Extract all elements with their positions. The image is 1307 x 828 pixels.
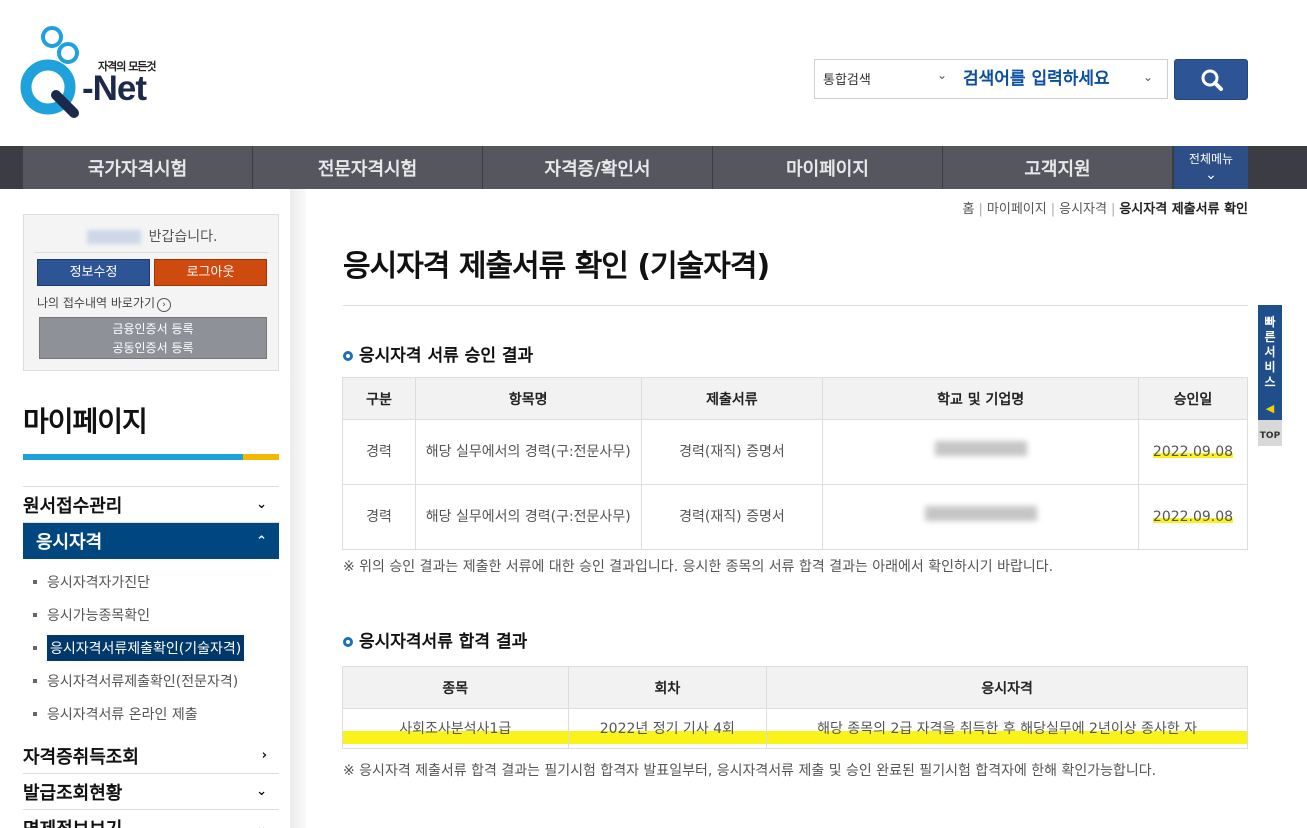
- submenu-self-diagnosis[interactable]: 응시자격자가진단: [33, 565, 279, 598]
- breadcrumb-home[interactable]: 홈: [963, 202, 975, 217]
- company-name-blurred: [924, 506, 1037, 521]
- sidebar-divider: [290, 189, 306, 828]
- main-nav: 국가자격시험 전문자격시험 자격증/확인서 마이페이지 고객지원 전체메뉴 ⌄: [0, 146, 1307, 189]
- approval-note: ※ 위의 승인 결과는 제출한 서류에 대한 승인 결과입니다. 응시한 종목의…: [343, 559, 1054, 575]
- section-approval-heading: 응시자격 서류 승인 결과: [343, 341, 533, 366]
- my-application-link[interactable]: 나의 접수내역 바로가기 ›: [37, 294, 172, 312]
- col-header: 구분: [342, 377, 416, 420]
- chevron-down-icon: ⌄: [1142, 70, 1153, 84]
- pass-result-note: ※ 응시자격 제출서류 합격 결과는 필기시험 합격자 발표일부터, 응시자격서…: [343, 763, 1157, 779]
- search-icon: [1201, 69, 1223, 91]
- chevron-down-icon: ⌄: [1205, 167, 1217, 183]
- section-pass-heading: 응시자격서류 합격 결과: [343, 627, 527, 652]
- user-name-blurred: [86, 230, 141, 244]
- nav-certificate[interactable]: 자격증/확인서: [483, 146, 713, 189]
- chevron-down-icon: ⌄: [256, 820, 267, 828]
- all-menu-button[interactable]: 전체메뉴 ⌄: [1174, 146, 1248, 189]
- submenu-doc-check-professional[interactable]: 응시자격서류제출확인(전문자격): [33, 664, 279, 697]
- menu-exempt-info[interactable]: 면제정보보기⌄: [23, 810, 279, 828]
- page-title: 응시자격 제출서류 확인 (기술자격): [343, 249, 770, 284]
- logout-button[interactable]: 로그아웃: [154, 259, 267, 286]
- col-header: 응시자격: [766, 666, 1248, 709]
- breadcrumb: 홈 | 마이페이지 | 응시자격 | 응시자격 제출서류 확인: [962, 202, 1248, 217]
- chevron-left-icon[interactable]: ◀: [1258, 400, 1282, 418]
- table-row: 사회조사분석사1급 2022년 정기 기사 4회 해당 종목의 2급 자격을 취…: [342, 708, 1248, 749]
- company-name-blurred: [934, 441, 1027, 456]
- certificate-register-button[interactable]: 금융인증서 등록 공동인증서 등록: [39, 317, 267, 359]
- pass-result-table: 종목 회차 응시자격 사회조사분석사1급 2022년 정기 기사 4회 해당 종…: [342, 666, 1248, 749]
- nav-professional-exam[interactable]: 전문자격시험: [253, 146, 483, 189]
- edit-info-button[interactable]: 정보수정: [37, 259, 150, 286]
- nav-national-exam[interactable]: 국가자격시험: [23, 146, 253, 189]
- col-header: 승인일: [1137, 377, 1249, 420]
- table-row: 경력 해당 실무에서의 경력(구:전문사무) 경력(재직) 증명서 2022.0…: [342, 419, 1249, 485]
- breadcrumb-current: 응시자격 제출서류 확인: [1119, 202, 1248, 217]
- qnet-logo[interactable]: 자격의 모든것 -Net: [20, 25, 170, 120]
- col-header: 항목명: [414, 377, 642, 420]
- page: 자격의 모든것 -Net 통합검색 ⌄ ⌄ 국가자격시험 전문자격시험 자격증/…: [0, 0, 1307, 828]
- nav-support[interactable]: 고객지원: [943, 146, 1173, 189]
- scroll-top-button[interactable]: TOP: [1258, 420, 1282, 446]
- search-box: 통합검색 ⌄ ⌄: [814, 59, 1168, 99]
- sidebar: 반갑습니다. 정보수정 로그아웃 나의 접수내역 바로가기 › 금융인증서 등록 …: [23, 214, 279, 828]
- search-input[interactable]: [957, 60, 1167, 98]
- table-row: 경력 해당 실무에서의 경력(구:전문사무) 경력(재직) 증명서 2022.0…: [342, 484, 1249, 550]
- col-header: 학교 및 기업명: [822, 377, 1139, 420]
- bullet-icon: [343, 637, 353, 647]
- sidebar-title: 마이페이지: [23, 405, 148, 438]
- menu-cert-lookup[interactable]: 자격증취득조회 ›: [23, 738, 279, 774]
- menu-apply-management[interactable]: 원서접수관리 ⌄: [23, 487, 279, 523]
- col-header: 제출서류: [640, 377, 824, 420]
- chevron-right-icon: ›: [157, 298, 172, 312]
- bullet-icon: [343, 351, 353, 361]
- sidebar-menu: 원서접수관리 ⌄ 응시자격 ⌃ 응시자격자가진단 응시가능종목확인 응시자격서류제출…: [23, 486, 279, 828]
- login-box: 반갑습니다. 정보수정 로그아웃 나의 접수내역 바로가기 › 금융인증서 등록 …: [23, 214, 279, 371]
- submenu-doc-check-technical[interactable]: 응시자격서류제출확인(기술자격): [33, 631, 279, 664]
- chevron-up-icon: ⌃: [256, 533, 267, 549]
- qualification-submenu: 응시자격자가진단 응시가능종목확인 응시자격서류제출확인(기술자격) 응시자격서…: [23, 559, 279, 738]
- search-button[interactable]: [1174, 59, 1248, 100]
- welcome-text: 반갑습니다.: [24, 226, 280, 246]
- chevron-right-icon: ›: [261, 748, 267, 763]
- breadcrumb-mypage[interactable]: 마이페이지: [987, 202, 1047, 217]
- menu-issue-status[interactable]: 발급조회현황 ⌄: [23, 774, 279, 810]
- header: 자격의 모든것 -Net 통합검색 ⌄ ⌄: [0, 0, 1307, 146]
- chevron-down-icon: ⌄: [256, 784, 267, 799]
- breadcrumb-qualification[interactable]: 응시자격: [1059, 202, 1107, 217]
- submenu-check-available[interactable]: 응시가능종목확인: [33, 598, 279, 631]
- approval-table: 구분 항목명 제출서류 학교 및 기업명 승인일 경력 해당 실무에서의 경력(…: [342, 377, 1249, 550]
- search-category-select[interactable]: 통합검색 ⌄: [815, 60, 955, 98]
- menu-qualification[interactable]: 응시자격 ⌃: [23, 523, 279, 559]
- nav-mypage[interactable]: 마이페이지: [713, 146, 943, 189]
- submenu-online-submit[interactable]: 응시자격서류 온라인 제출: [33, 697, 279, 730]
- logo-text: -Net: [82, 69, 147, 108]
- sidebar-title-bar: [23, 454, 279, 460]
- chevron-down-icon: ⌄: [256, 497, 267, 512]
- col-header: 종목: [342, 666, 569, 709]
- col-header: 회차: [567, 666, 768, 709]
- chevron-down-icon: ⌄: [936, 68, 947, 82]
